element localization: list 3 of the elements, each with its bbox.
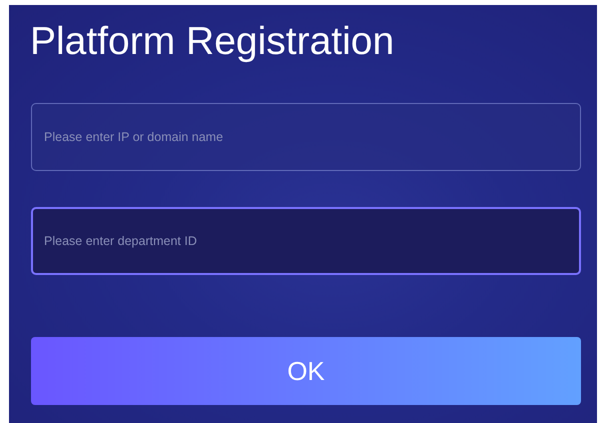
- ok-button[interactable]: OK: [31, 337, 581, 405]
- page-title: Platform Registration: [30, 19, 396, 65]
- input-field[interactable]: Please enter department ID: [31, 207, 581, 275]
